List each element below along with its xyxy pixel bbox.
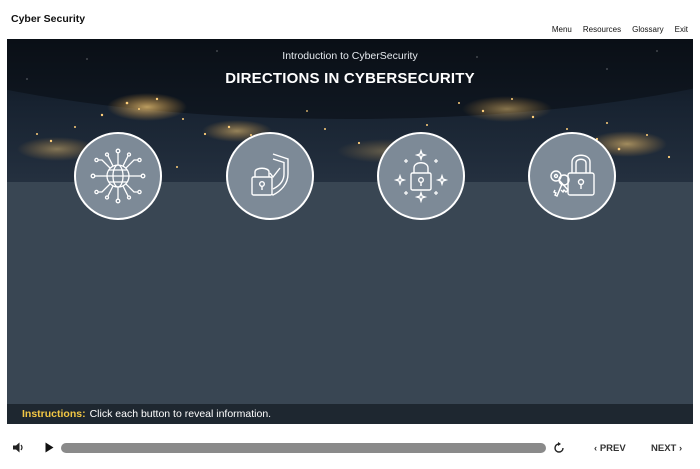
topic-button-network[interactable] (74, 132, 162, 220)
resources-link[interactable]: Resources (583, 25, 621, 34)
topic-button-keys[interactable] (528, 132, 616, 220)
menu-link[interactable]: Menu (552, 25, 572, 34)
slide-stage: Introduction to CyberSecurity DIRECTIONS… (7, 39, 693, 424)
network-globe-icon (90, 148, 146, 204)
glossary-link[interactable]: Glossary (632, 25, 664, 34)
progress-bar[interactable] (61, 443, 546, 453)
prev-button[interactable]: ‹ PREV (594, 443, 626, 454)
topic-button-shield[interactable] (226, 132, 314, 220)
sparkling-padlock-icon (393, 148, 449, 204)
slide-title: DIRECTIONS IN CYBERSECURITY (225, 70, 475, 87)
exit-link[interactable]: Exit (675, 25, 688, 34)
topic-button-padlock[interactable] (377, 132, 465, 220)
app-title: Cyber Security (11, 13, 86, 25)
slide-subtitle: Introduction to CyberSecurity (282, 50, 418, 62)
volume-icon[interactable] (13, 442, 25, 453)
play-icon[interactable] (45, 442, 54, 453)
prev-label: PREV (599, 443, 626, 454)
instructions-text: Click each button to reveal information. (89, 408, 272, 420)
next-label: NEXT (651, 443, 677, 454)
keys-padlock-icon (550, 154, 595, 197)
top-nav: Menu Resources Glossary Exit (552, 25, 688, 34)
instructions-label: Instructions: (22, 408, 86, 420)
shield-padlock-icon (251, 153, 289, 196)
replay-icon[interactable] (553, 442, 565, 454)
instructions-bar: Instructions: Click each button to revea… (7, 404, 693, 424)
player-controls: ‹ PREV NEXT › (0, 432, 700, 462)
chevron-right-icon: › (676, 443, 683, 454)
next-button[interactable]: NEXT › (651, 443, 682, 454)
